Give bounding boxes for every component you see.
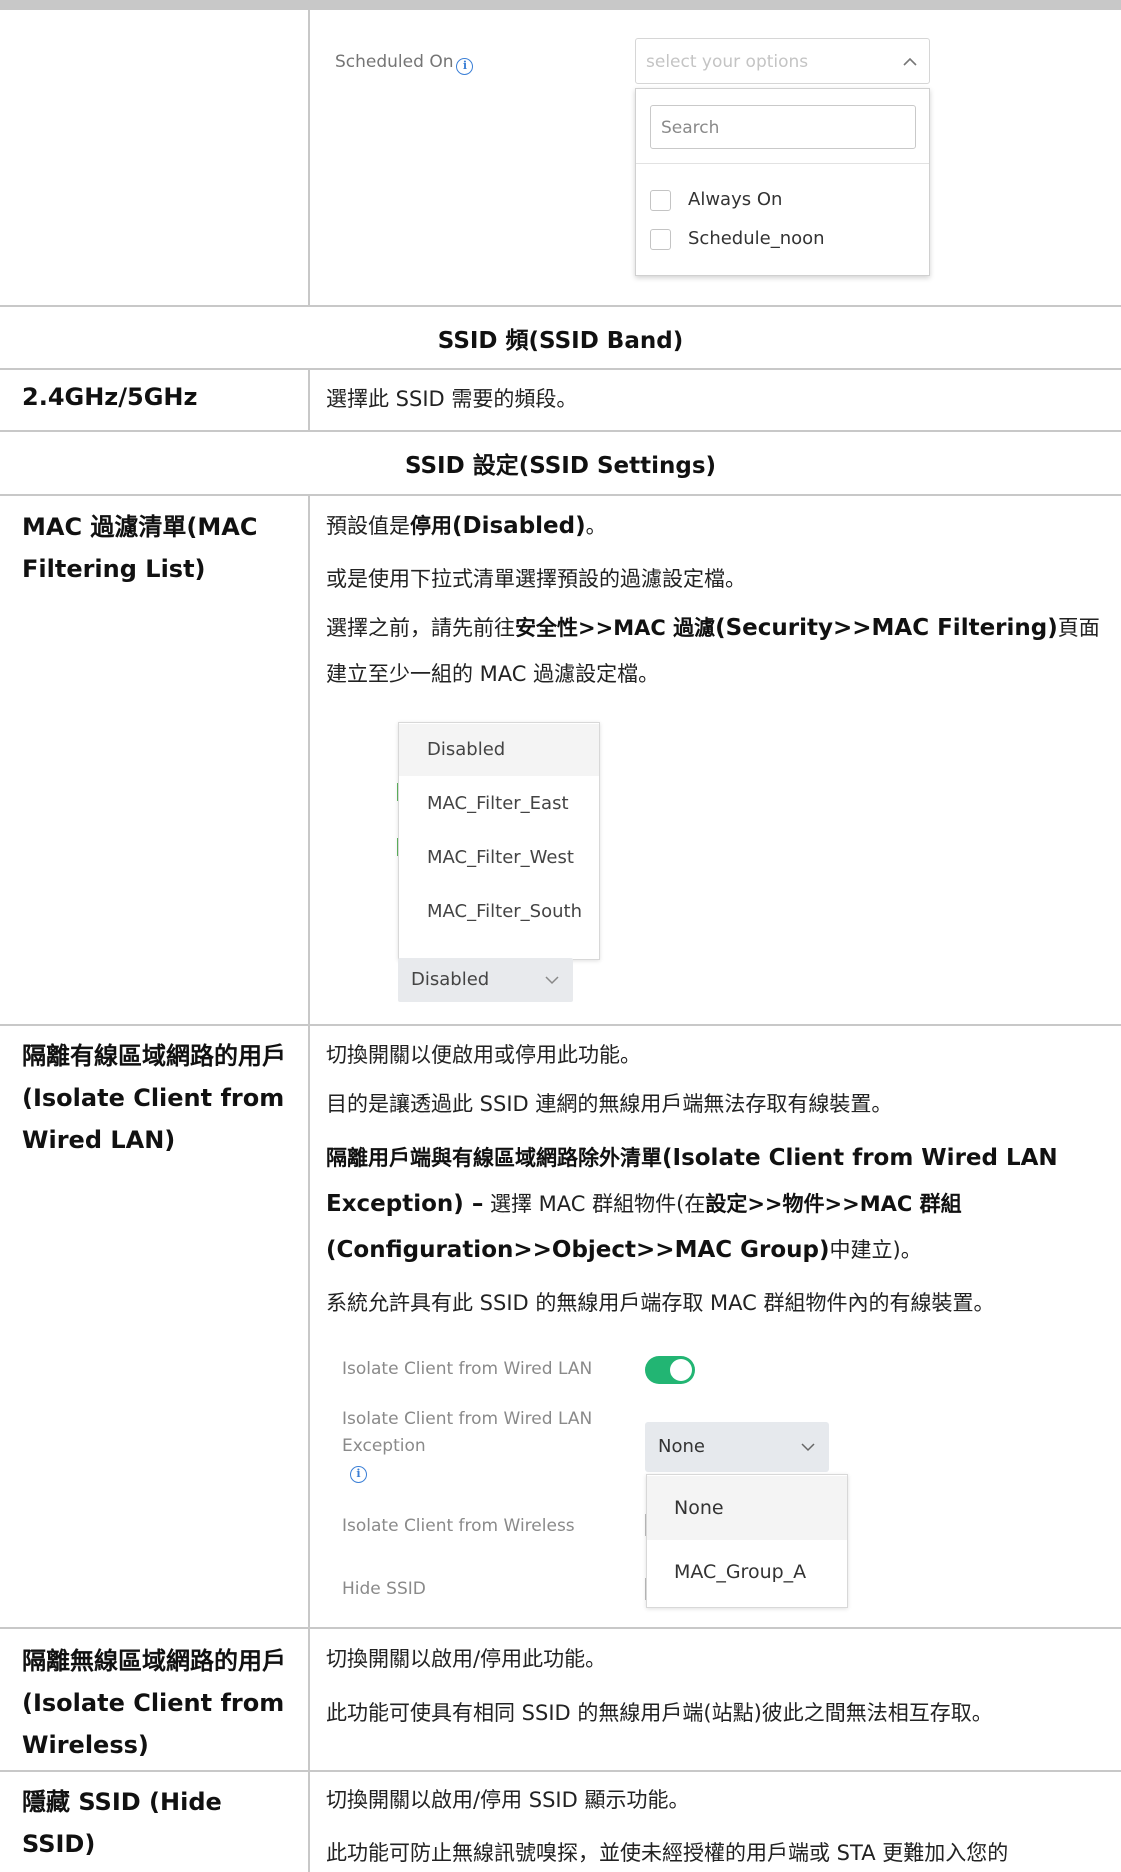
isolate-wired-p3: 隔離用戶端與有線區域網路除外清單(Isolate Client from Wir… <box>326 1135 1111 1273</box>
dropdown-option[interactable]: Disabled <box>399 724 599 776</box>
dropdown-option[interactable]: None <box>647 1476 847 1540</box>
toggle-knob <box>670 1359 692 1381</box>
select-placeholder: select your options <box>646 52 809 72</box>
exception-dropdown: None MAC_Group_A <box>646 1474 848 1608</box>
text: 預設值是 <box>326 514 410 538</box>
mac-filter-select[interactable]: Disabled <box>398 958 573 1002</box>
row-divider <box>0 1770 1121 1772</box>
search-input[interactable]: Search <box>650 105 916 149</box>
top-border <box>0 0 1121 10</box>
band-description: 選擇此 SSID 需要的頻段。 <box>326 387 578 411</box>
hide-ssid-p1: 切換開關以啟用/停用 SSID 顯示功能。 <box>326 1788 690 1812</box>
option-label: Schedule_noon <box>688 228 825 249</box>
checkbox[interactable] <box>650 190 671 211</box>
dropdown-option[interactable]: MAC_Filter_West <box>399 832 599 884</box>
row-divider <box>0 430 1121 432</box>
chevron-down-icon <box>801 1443 815 1452</box>
bold-en-text: (Isolate Client from Wired LAN <box>662 1145 1058 1171</box>
bold-en-text: (Configuration>>Object>>MAC Group) <box>326 1237 830 1263</box>
mac-filter-dropdown: Disabled MAC_Filter_East MAC_Filter_West… <box>398 722 600 960</box>
term-isolate-wired: 隔離有線區域網路的用戶 (Isolate Client from Wired L… <box>22 1042 286 1154</box>
scheduled-on-dropdown: Search Always On Schedule_noon <box>635 88 930 276</box>
search-placeholder: Search <box>661 118 720 138</box>
text: 選擇之前，請先前往 <box>326 616 515 640</box>
bold-en-text: Exception) – <box>326 1191 484 1217</box>
term-band: 2.4GHz/5GHz <box>22 383 198 411</box>
term-mac-filtering: MAC 過濾清單(MAC Filtering List) <box>22 513 258 583</box>
row-divider <box>0 305 1121 307</box>
column-divider <box>308 494 310 1872</box>
text: 中建立)。 <box>829 1238 922 1262</box>
selected-value: Disabled <box>411 969 490 990</box>
selected-value: None <box>658 1436 705 1457</box>
label-isolate-wired: Isolate Client from Wired LAN <box>342 1359 593 1379</box>
column-divider <box>308 368 310 431</box>
isolate-wired-p4: 系統允許具有此 SSID 的無線用戶端存取 MAC 群組物件內的有線裝置。 <box>326 1291 995 1315</box>
dropdown-option[interactable]: MAC_Group_A <box>647 1540 847 1604</box>
text: 。 <box>585 514 607 538</box>
column-divider <box>308 10 310 306</box>
bold-text: 隔離用戶端與有線區域網路除外清單 <box>326 1146 662 1170</box>
dropdown-divider <box>636 163 929 164</box>
term-hide-ssid: 隱藏 SSID (Hide SSID) <box>22 1788 222 1858</box>
scheduled-on-label: Scheduled On i <box>335 52 474 75</box>
checkbox[interactable] <box>650 229 671 250</box>
row-divider <box>0 1627 1121 1629</box>
isolate-wireless-p2: 此功能可使具有相同 SSID 的無線用戶端(站點)彼此之間無法相互存取。 <box>326 1701 993 1725</box>
isolate-wired-p1: 切換開關以便啟用或停用此功能。 <box>326 1043 641 1067</box>
row-divider <box>0 1024 1121 1026</box>
option-label: Always On <box>688 189 783 210</box>
row-divider <box>0 368 1121 370</box>
bold-en-text: (Disabled) <box>452 513 586 539</box>
chevron-down-icon <box>545 976 559 985</box>
isolate-wireless-p1: 切換開關以啟用/停用此功能。 <box>326 1647 607 1671</box>
mac-filter-p3: 選擇之前，請先前往安全性>>MAC 過濾(Security>>MAC Filte… <box>326 605 1111 697</box>
text: 選擇 MAC 群組物件(在 <box>483 1192 706 1216</box>
chevron-up-icon <box>903 57 917 66</box>
dropdown-option[interactable]: MAC_Filter_South <box>399 886 599 938</box>
bold-text: 安全性>>MAC 過濾 <box>515 616 716 640</box>
info-icon[interactable]: i <box>456 58 474 75</box>
row-divider <box>0 494 1121 496</box>
term-isolate-wireless: 隔離無線區域網路的用戶 (Isolate Client from Wireles… <box>22 1647 286 1759</box>
isolate-wired-p2: 目的是讓透過此 SSID 連網的無線用戶端無法存取有線裝置。 <box>326 1092 893 1116</box>
exception-select[interactable]: None <box>645 1422 829 1472</box>
bold-text: 停用 <box>410 514 452 538</box>
mac-filter-p1: 預設值是停用(Disabled)。 <box>326 503 1111 549</box>
section-header-ssid-settings: SSID 設定(SSID Settings) <box>404 453 717 479</box>
isolate-wired-toggle[interactable] <box>645 1356 695 1384</box>
scheduled-on-select[interactable]: select your options <box>635 38 930 84</box>
dropdown-option[interactable]: MAC_Filter_East <box>399 778 599 830</box>
section-header-ssid-band: SSID 頻(SSID Band) <box>437 328 684 354</box>
info-icon[interactable]: i <box>350 1466 367 1483</box>
label-isolate-wireless: Isolate Client from Wireless <box>342 1516 575 1536</box>
hide-ssid-p2: 此功能可防止無線訊號嗅探，並使未經授權的用戶端或 STA 更難加入您的 <box>326 1841 1009 1865</box>
label-isolate-exception: Isolate Client from Wired LAN Exception <box>342 1409 593 1456</box>
bold-en-text: (Security>>MAC Filtering) <box>715 615 1058 641</box>
mac-filter-p2: 或是使用下拉式清單選擇預設的過濾設定檔。 <box>326 567 746 591</box>
label-hide-ssid: Hide SSID <box>342 1579 426 1599</box>
bold-text: 設定>>物件>>MAC 群組 <box>705 1192 962 1216</box>
